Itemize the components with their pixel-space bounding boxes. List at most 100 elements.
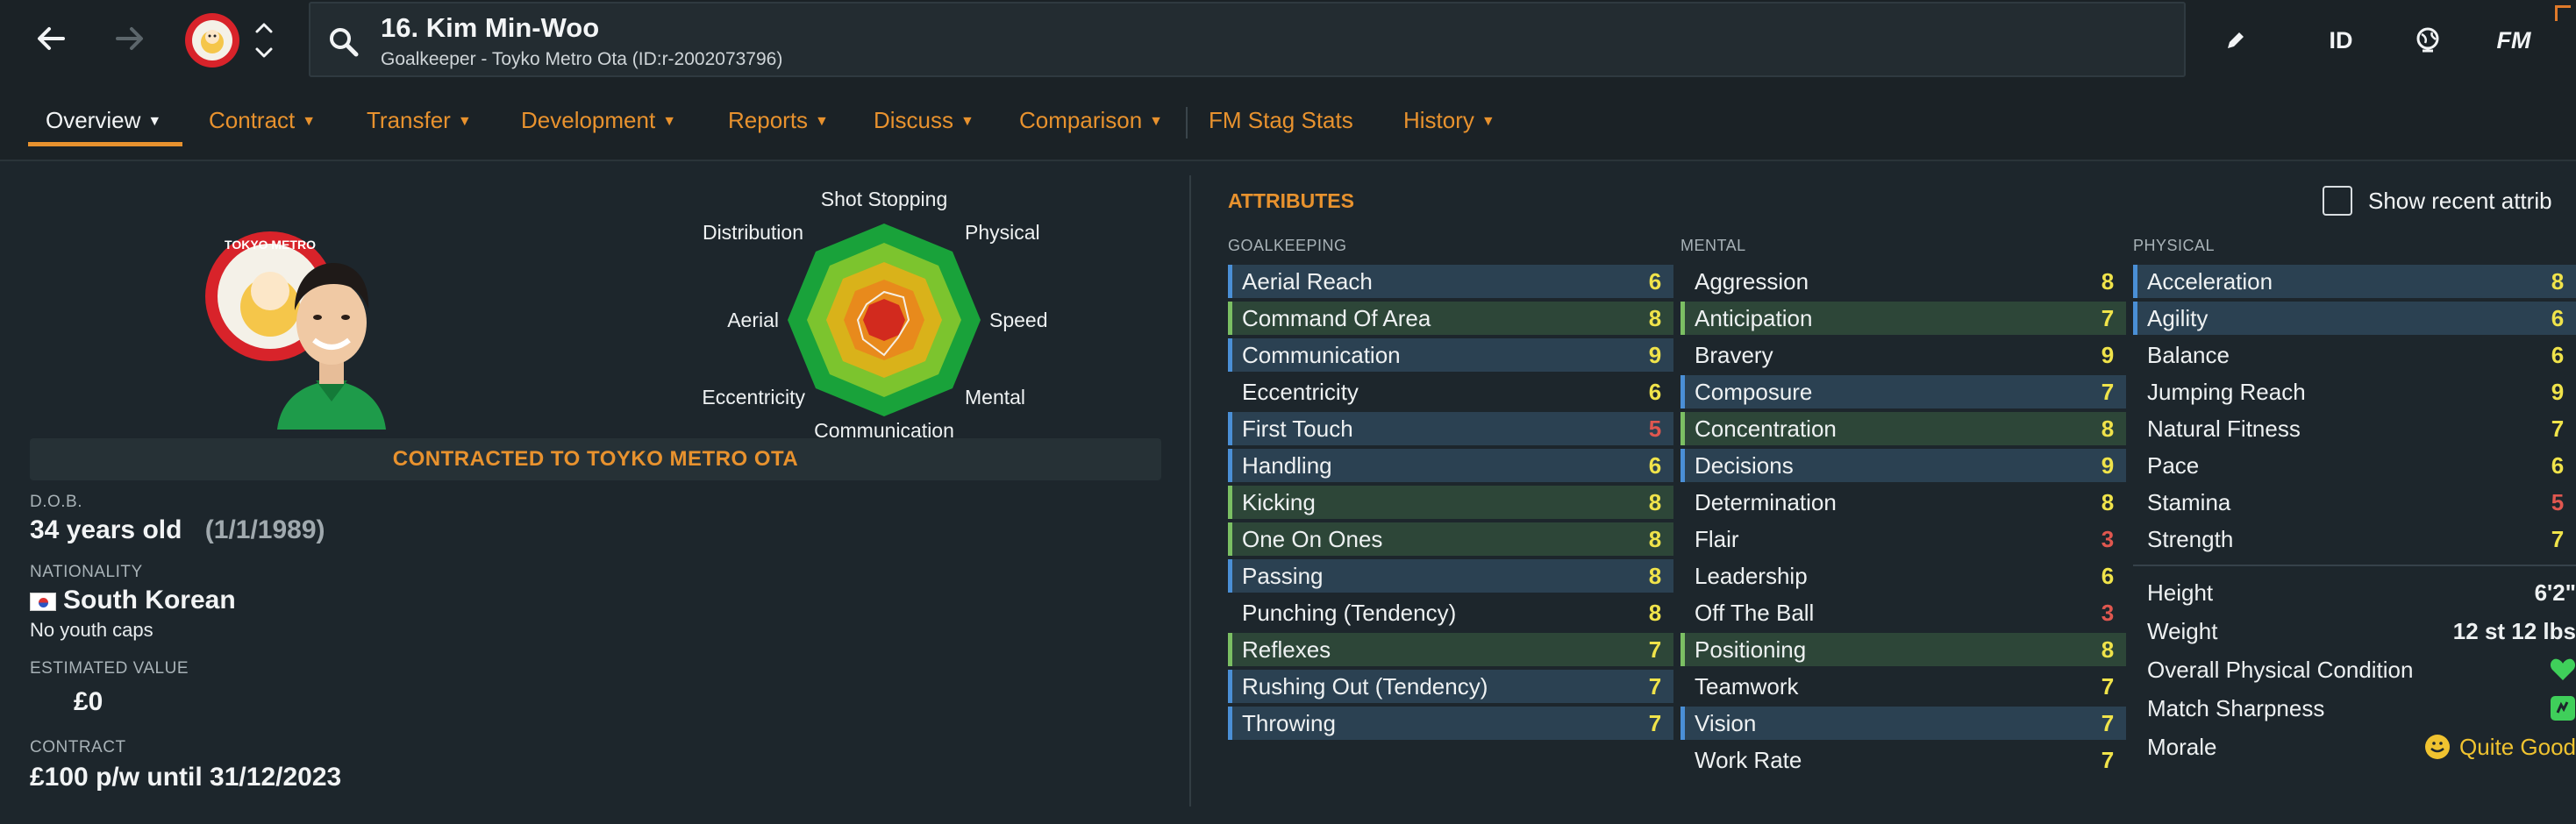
attribute-row[interactable]: Decisions 9 [1680, 449, 2126, 482]
attribute-row[interactable]: One On Ones 8 [1228, 522, 1673, 556]
attribute-value: 7 [2101, 746, 2115, 773]
attribute-row[interactable]: Eccentricity 6 [1228, 375, 1673, 408]
attribute-row[interactable]: Leadership 6 [1680, 559, 2126, 593]
attribute-row[interactable]: Handling 6 [1228, 449, 1673, 482]
attribute-row[interactable]: First Touch 5 [1228, 412, 1673, 445]
sharpness-indicator-icon [2551, 696, 2575, 721]
attribute-value: 8 [1648, 525, 1662, 552]
contract-value[interactable]: £100 p/w until 31/12/2023 [30, 763, 341, 792]
attribute-value: 7 [1648, 636, 1662, 663]
estimated-value: £0 [74, 687, 103, 716]
attribute-row[interactable]: Anticipation 7 [1680, 302, 2126, 335]
attribute-row[interactable]: Aggression 8 [1680, 265, 2126, 298]
back-button[interactable] [26, 14, 75, 63]
attribute-row[interactable]: Work Rate 7 [1680, 743, 2126, 777]
attribute-value: 8 [2101, 488, 2115, 515]
arrow-right-icon [116, 27, 143, 50]
show-recent-attributes-checkbox[interactable]: Show recent attrib [2323, 186, 2552, 216]
attribute-name: Positioning [1695, 636, 1807, 663]
attribute-value: 7 [1648, 709, 1662, 736]
attribute-row[interactable]: Passing 8 [1228, 559, 1673, 593]
youth-caps-text: No youth caps [30, 619, 153, 641]
attribute-name: Kicking [1242, 488, 1316, 515]
attribute-row[interactable]: Command Of Area 8 [1228, 302, 1673, 335]
attribute-value: 6 [2101, 562, 2115, 589]
tab-transfer[interactable]: Transfer ▼ [367, 107, 472, 134]
attribute-name: Stamina [2147, 488, 2231, 515]
morale-row[interactable]: Morale Quite Good [2133, 728, 2576, 766]
attribute-row[interactable]: Bravery 9 [1680, 338, 2126, 372]
attribute-row[interactable]: Determination 8 [1680, 486, 2126, 519]
attribute-row[interactable]: Concentration 8 [1680, 412, 2126, 445]
attribute-name: Acceleration [2147, 267, 2273, 295]
attribute-value: 7 [2551, 415, 2565, 442]
attribute-row[interactable]: Stamina 5 [2133, 486, 2576, 519]
attribute-row[interactable]: Jumping Reach 9 [2133, 375, 2576, 408]
attribute-row[interactable]: Strength 7 [2133, 522, 2576, 556]
tab-discuss[interactable]: Discuss ▼ [874, 107, 974, 134]
south-korea-flag-icon [30, 592, 56, 611]
radar-label-top-right: Physical [965, 221, 1040, 244]
attribute-row[interactable]: Acceleration 8 [2133, 265, 2576, 298]
attribute-row[interactable]: Off The Ball 3 [1680, 596, 2126, 629]
radar-label-bottom-right: Mental [965, 386, 1025, 408]
tab-development[interactable]: Development ▼ [521, 107, 676, 134]
forward-button[interactable] [105, 14, 154, 63]
attribute-row[interactable]: Teamwork 7 [1680, 670, 2126, 703]
age-value: 34 years old (1/1/1989) [30, 515, 325, 545]
attribute-value: 7 [2551, 525, 2565, 552]
club-badge-icon [185, 13, 239, 67]
attribute-row[interactable]: Flair 3 [1680, 522, 2126, 556]
tab-reports[interactable]: Reports ▼ [728, 107, 829, 134]
nationality-label: NATIONALITY [30, 563, 143, 581]
tab-history[interactable]: History ▼ [1403, 107, 1495, 134]
attribute-row[interactable]: Rushing Out (Tendency) 7 [1228, 670, 1673, 703]
attribute-row[interactable]: Throwing 7 [1228, 707, 1673, 740]
player-search-bar[interactable]: 16. Kim Min-Woo Goalkeeper - Toyko Metro… [309, 2, 2186, 77]
chevron-down-icon: ▼ [147, 114, 162, 129]
attribute-row[interactable]: Aerial Reach 6 [1228, 265, 1673, 298]
attribute-row[interactable]: Natural Fitness 7 [2133, 412, 2576, 445]
attribute-name: Throwing [1242, 709, 1336, 736]
world-button[interactable] [2403, 16, 2452, 65]
attribute-radar-chart: Shot Stopping Physical Speed Mental Comm… [682, 180, 1086, 443]
attributes-title: ATTRIBUTES [1228, 189, 1354, 212]
attribute-row[interactable]: Punching (Tendency) 8 [1228, 596, 1673, 629]
attribute-name: Composure [1695, 378, 1813, 405]
attribute-row[interactable]: Communication 9 [1228, 338, 1673, 372]
tab-label: Discuss [874, 107, 954, 133]
tab-contract[interactable]: Contract ▼ [209, 107, 316, 134]
id-button[interactable]: ID [2319, 16, 2363, 65]
attribute-name: Command Of Area [1242, 304, 1431, 331]
nationality-value[interactable]: South Korean [30, 586, 236, 615]
attribute-row[interactable]: Balance 6 [2133, 338, 2576, 372]
chevron-down-icon: ▼ [1481, 114, 1495, 129]
attribute-name: Teamwork [1695, 672, 1799, 700]
attribute-value: 5 [2551, 488, 2565, 515]
attribute-row[interactable]: Vision 7 [1680, 707, 2126, 740]
attribute-name: Jumping Reach [2147, 378, 2306, 405]
tab-overview[interactable]: Overview ▼ [46, 107, 161, 134]
sharpness-row[interactable]: Match Sharpness [2133, 689, 2576, 728]
attribute-row[interactable]: Positioning 8 [1680, 633, 2126, 666]
weight-row: Weight 12 st 12 lbs [2133, 612, 2576, 650]
nationality-text: South Korean [63, 586, 236, 614]
attribute-row[interactable]: Pace 6 [2133, 449, 2576, 482]
attribute-value: 9 [1648, 341, 1662, 368]
attribute-row[interactable]: Composure 7 [1680, 375, 2126, 408]
condition-row[interactable]: Overall Physical Condition [2133, 650, 2576, 689]
club-badge-button[interactable] [184, 12, 240, 68]
fm-menu-button[interactable]: FM [2487, 16, 2540, 65]
attribute-row[interactable]: Reflexes 7 [1228, 633, 1673, 666]
tab-fm-stag-stats[interactable]: FM Stag Stats [1209, 107, 1353, 134]
attribute-row[interactable]: Agility 6 [2133, 302, 2576, 335]
tab-comparison[interactable]: Comparison ▼ [1019, 107, 1163, 134]
tab-label: History [1403, 107, 1474, 133]
player-switch-buttons[interactable] [249, 12, 279, 68]
attribute-value: 6 [1648, 378, 1662, 405]
attribute-value: 7 [2101, 304, 2115, 331]
attribute-value: 8 [2101, 636, 2115, 663]
attribute-row[interactable]: Kicking 8 [1228, 486, 1673, 519]
attribute-value: 9 [2101, 341, 2115, 368]
edit-button[interactable] [2214, 16, 2258, 65]
